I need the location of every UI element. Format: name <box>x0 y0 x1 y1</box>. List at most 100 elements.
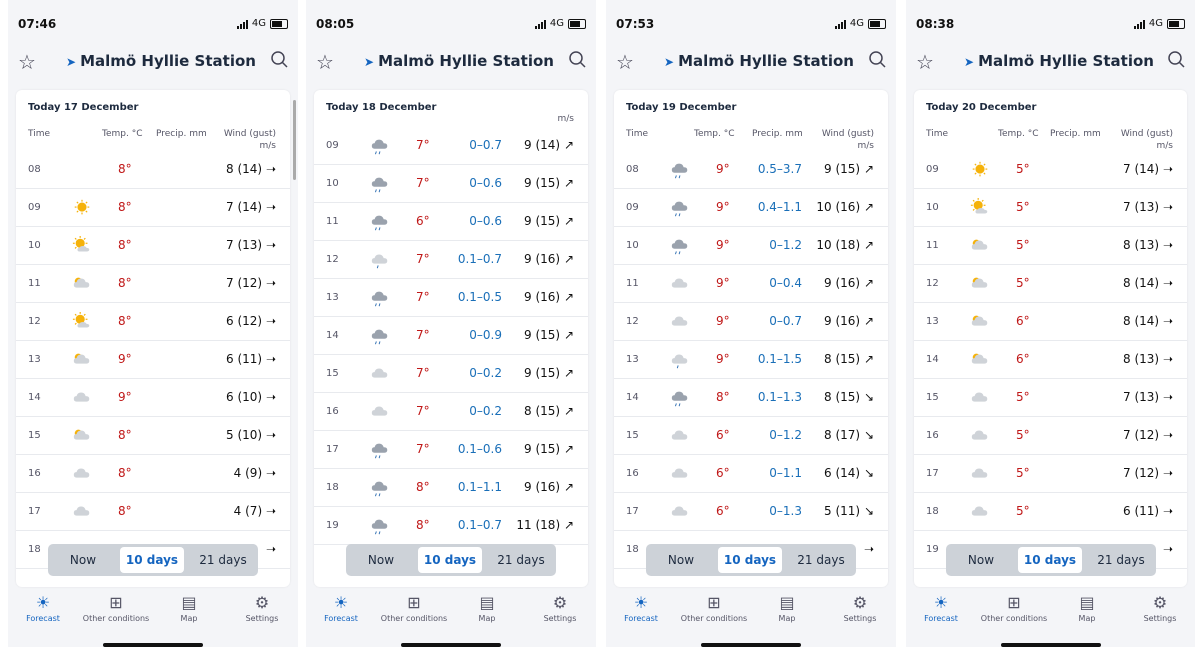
forecast-row[interactable]: 17 6° 0–1.3 5 (11) ↘ <box>614 492 888 531</box>
row-hour: 14 <box>326 330 339 341</box>
home-indicator[interactable] <box>1001 643 1101 647</box>
forecast-row[interactable]: 10 5° 7 (13) ➝ <box>914 188 1187 227</box>
favorite-star-icon[interactable]: ☆ <box>916 50 934 74</box>
tab-forecast[interactable]: ☀ Forecast <box>8 592 78 623</box>
scrollbar[interactable] <box>293 100 296 180</box>
home-indicator[interactable] <box>103 643 203 647</box>
row-temperature: 5° <box>1016 428 1030 442</box>
forecast-row[interactable]: 12 8° 6 (12) ➝ <box>16 302 290 341</box>
forecast-row[interactable]: 11 9° 0–0.4 9 (16) ↗ <box>614 264 888 303</box>
forecast-row[interactable]: 14 6° 8 (13) ➝ <box>914 340 1187 379</box>
search-icon[interactable] <box>1167 50 1185 68</box>
toggle-10-days[interactable]: 10 days <box>120 547 184 573</box>
location-title[interactable]: ➤ Malmö Hyllie Station <box>66 52 256 70</box>
forecast-row[interactable]: 13 9° 0.1–1.5 8 (15) ↗ <box>614 340 888 379</box>
forecast-row[interactable]: 15 5° 7 (13) ➝ <box>914 378 1187 417</box>
toggle-21-days[interactable]: 21 days <box>786 544 856 576</box>
favorite-star-icon[interactable]: ☆ <box>316 50 334 74</box>
toggle-21-days[interactable]: 21 days <box>188 544 258 576</box>
toggle-10-days[interactable]: 10 days <box>718 547 782 573</box>
forecast-row[interactable]: 13 6° 8 (14) ➝ <box>914 302 1187 341</box>
toggle-21-days[interactable]: 21 days <box>486 544 556 576</box>
forecast-row[interactable]: 16 7° 0–0.2 8 (15) ↗ <box>314 392 588 431</box>
forecast-row[interactable]: 11 5° 8 (13) ➝ <box>914 226 1187 265</box>
toggle-21-days[interactable]: 21 days <box>1086 544 1156 576</box>
toggle-now[interactable]: Now <box>346 544 416 576</box>
tab-settings[interactable]: ⚙ Settings <box>525 592 595 623</box>
wind-direction-arrow-icon: ➝ <box>1159 352 1173 366</box>
forecast-row[interactable]: 17 5° 7 (12) ➝ <box>914 454 1187 493</box>
tab-forecast[interactable]: ☀ Forecast <box>606 592 676 623</box>
row-temperature: 5° <box>1016 390 1030 404</box>
search-icon[interactable] <box>568 50 586 68</box>
forecast-row[interactable]: 16 6° 0–1.1 6 (14) ↘ <box>614 454 888 493</box>
tab-other-conditions[interactable]: ⊞ Other conditions <box>679 592 749 623</box>
favorite-star-icon[interactable]: ☆ <box>18 50 36 74</box>
tab-map[interactable]: ▤ Map <box>1052 592 1122 623</box>
forecast-row[interactable]: 18 5° 6 (11) ➝ <box>914 492 1187 531</box>
forecast-row[interactable]: 09 5° 7 (14) ➝ <box>914 150 1187 189</box>
tab-forecast[interactable]: ☀ Forecast <box>906 592 976 623</box>
forecast-row[interactable]: 09 9° 0.4–1.1 10 (16) ↗ <box>614 188 888 227</box>
location-title[interactable]: ➤ Malmö Hyllie Station <box>364 52 554 70</box>
forecast-row[interactable]: 18 8° 0.1–1.1 9 (16) ↗ <box>314 468 588 507</box>
tab-other-conditions[interactable]: ⊞ Other conditions <box>979 592 1049 623</box>
forecast-row[interactable]: 10 9° 0–1.2 10 (18) ↗ <box>614 226 888 265</box>
forecast-row[interactable]: 16 8° 4 (9) ➝ <box>16 454 290 493</box>
forecast-row[interactable]: 12 9° 0–0.7 9 (16) ↗ <box>614 302 888 341</box>
forecast-row[interactable]: 08 9° 0.5–3.7 9 (15) ↗ <box>614 150 888 189</box>
forecast-row[interactable]: 09 8° 7 (14) ➝ <box>16 188 290 227</box>
tab-settings[interactable]: ⚙ Settings <box>825 592 895 623</box>
forecast-row[interactable]: 16 5° 7 (12) ➝ <box>914 416 1187 455</box>
forecast-row[interactable]: 17 8° 4 (7) ➝ <box>16 492 290 531</box>
tab-settings[interactable]: ⚙ Settings <box>227 592 297 623</box>
forecast-row[interactable]: 17 7° 0.1–0.6 9 (15) ↗ <box>314 430 588 469</box>
toggle-10-days[interactable]: 10 days <box>418 547 482 573</box>
location-title[interactable]: ➤ Malmö Hyllie Station <box>964 52 1154 70</box>
row-wind: 8 (17) ↘ <box>824 428 874 442</box>
tab-map[interactable]: ▤ Map <box>752 592 822 623</box>
toggle-now[interactable]: Now <box>946 544 1016 576</box>
forecast-row[interactable]: 14 7° 0–0.9 9 (15) ↗ <box>314 316 588 355</box>
forecast-row[interactable]: 10 8° 7 (13) ➝ <box>16 226 290 265</box>
forecast-row[interactable]: 11 6° 0–0.6 9 (15) ↗ <box>314 202 588 241</box>
location-title[interactable]: ➤ Malmö Hyllie Station <box>664 52 854 70</box>
home-indicator[interactable] <box>701 643 801 647</box>
row-hour: 10 <box>626 240 639 251</box>
search-icon[interactable] <box>270 50 288 68</box>
toggle-now[interactable]: Now <box>646 544 716 576</box>
wind-direction-arrow-icon: ➝ <box>262 162 276 176</box>
forecast-row[interactable]: 19 8° 0.1–0.7 11 (18) ↗ <box>314 506 588 545</box>
favorite-star-icon[interactable]: ☆ <box>616 50 634 74</box>
tab-map[interactable]: ▤ Map <box>452 592 522 623</box>
forecast-row[interactable]: 15 7° 0–0.2 9 (15) ↗ <box>314 354 588 393</box>
forecast-row[interactable]: 12 7° 0.1–0.7 9 (16) ↗ <box>314 240 588 279</box>
sun-icon: ☀ <box>933 593 949 612</box>
forecast-row[interactable]: 13 9° 6 (11) ➝ <box>16 340 290 379</box>
forecast-row[interactable]: 13 7° 0.1–0.5 9 (16) ↗ <box>314 278 588 317</box>
forecast-row[interactable]: 08 8° 8 (14) ➝ <box>16 150 290 189</box>
tab-map[interactable]: ▤ Map <box>154 592 224 623</box>
forecast-row[interactable]: 11 8° 7 (12) ➝ <box>16 264 290 303</box>
row-precipitation: 0–0.4 <box>769 276 802 290</box>
battery-icon <box>568 18 586 29</box>
forecast-row[interactable]: 12 5° 8 (14) ➝ <box>914 264 1187 303</box>
tab-other-conditions[interactable]: ⊞ Other conditions <box>81 592 151 623</box>
toggle-10-days[interactable]: 10 days <box>1018 547 1082 573</box>
tab-forecast[interactable]: ☀ Forecast <box>306 592 376 623</box>
tab-bar: ☀ Forecast ⊞ Other conditions ▤ Map ⚙ Settin… <box>606 590 896 647</box>
wind-direction-arrow-icon: ➝ <box>262 352 276 366</box>
battery-icon <box>868 18 886 29</box>
home-indicator[interactable] <box>401 643 501 647</box>
forecast-row[interactable]: 14 9° 6 (10) ➝ <box>16 378 290 417</box>
search-icon[interactable] <box>868 50 886 68</box>
forecast-row[interactable]: 10 7° 0–0.6 9 (15) ↗ <box>314 164 588 203</box>
tab-other-conditions[interactable]: ⊞ Other conditions <box>379 592 449 623</box>
tab-settings[interactable]: ⚙ Settings <box>1125 592 1195 623</box>
forecast-row[interactable]: 14 8° 0.1–1.3 8 (15) ↘ <box>614 378 888 417</box>
forecast-row[interactable]: 15 6° 0–1.2 8 (17) ↘ <box>614 416 888 455</box>
forecast-row[interactable]: 09 7° 0–0.7 9 (14) ↗ <box>314 126 588 165</box>
wind-direction-arrow-icon: ↗ <box>860 200 874 214</box>
forecast-row[interactable]: 15 8° 5 (10) ➝ <box>16 416 290 455</box>
toggle-now[interactable]: Now <box>48 544 118 576</box>
